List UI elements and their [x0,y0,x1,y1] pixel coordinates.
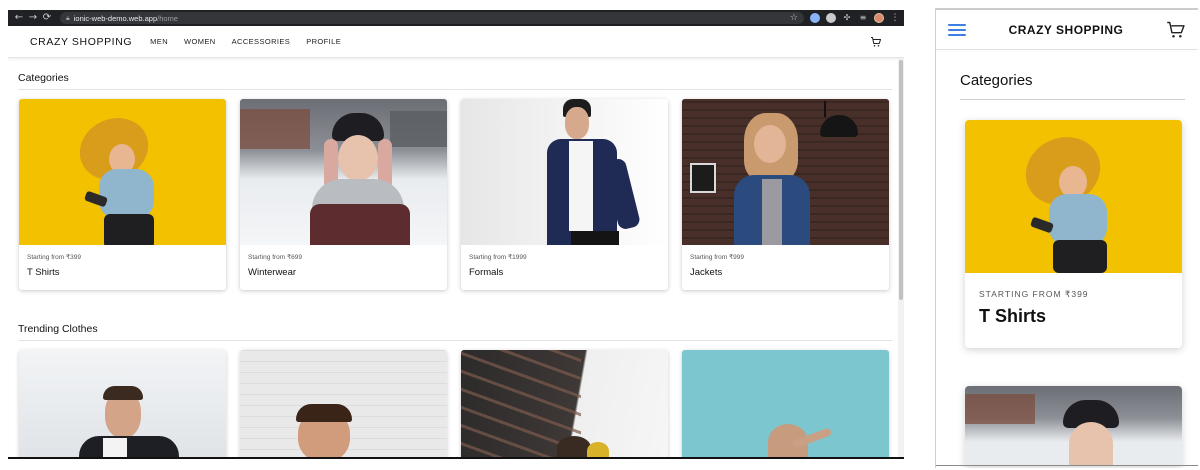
back-arrow-icon[interactable]: ← [12,11,26,25]
reading-list-icon[interactable]: ≡ [858,13,868,23]
category-price: Starting from ₹699 [248,254,302,261]
category-name: T Shirts [27,267,60,278]
trending-card[interactable] [240,350,447,458]
more-vertical-icon[interactable]: ⋮ [890,13,900,23]
category-price: Starting from ₹1999 [469,254,527,261]
category-name: Winterwear [248,267,297,278]
category-image-winterwear [240,99,447,245]
mobile-header: CRAZY SHOPPING [936,10,1198,50]
nav-item-accessories[interactable]: ACCESSORIES [232,37,291,46]
hamburger-menu-icon[interactable] [948,23,966,36]
page-content: Categories Starting from ₹399 T Shirts S… [8,58,904,458]
category-price: Starting from ₹999 [690,254,744,261]
mobile-brand-logo[interactable]: CRAZY SHOPPING [966,23,1166,37]
mobile-category-card[interactable] [965,386,1182,466]
category-price: Starting from ₹399 [27,254,81,261]
trending-card[interactable] [19,350,226,458]
extension-icon[interactable] [810,13,820,23]
mobile-category-card[interactable]: STARTING FROM ₹399 T Shirts [965,120,1182,348]
mobile-section-title: Categories [960,72,1033,89]
lock-icon: 🔒︎ [66,13,70,22]
cart-icon[interactable] [1166,20,1186,40]
trending-card[interactable] [461,350,668,458]
mobile-category-image [965,120,1182,273]
category-image-formals [461,99,668,245]
nav-item-men[interactable]: MEN [150,37,168,46]
mobile-category-name: T Shirts [979,306,1047,326]
category-name: Formals [469,267,504,278]
category-image-jackets [682,99,889,245]
star-icon[interactable]: ☆ [790,13,798,23]
desktop-browser-window: ← → ⟳ 🔒︎ ionic-web-demo.web.app/home ☆ ✣… [8,10,904,458]
category-card-formals[interactable]: Starting from ₹1999 Formals [461,99,668,290]
mobile-category-price: STARTING FROM ₹399 [979,289,1089,299]
brand-logo[interactable]: CRAZY SHOPPING [30,36,132,48]
url-path: /home [157,13,178,23]
divider [18,89,892,90]
trending-card[interactable] [682,350,889,458]
url-host: ionic-web-demo.web.app [73,13,158,23]
divider [18,340,892,341]
category-card-jackets[interactable]: Starting from ₹999 Jackets [682,99,889,290]
forward-arrow-icon[interactable]: → [26,11,40,25]
section-title-trending: Trending Clothes [18,323,98,335]
divider [936,8,1198,10]
category-name: Jackets [690,267,723,278]
main-nav: MEN WOMEN ACCESSORIES PROFILE [150,37,341,46]
screenshot-stage: ← → ⟳ 🔒︎ ionic-web-demo.web.app/home ☆ ✣… [0,0,1200,470]
profile-avatar[interactable] [874,13,884,23]
scrollbar-thumb[interactable] [899,60,903,300]
category-card-winterwear[interactable]: Starting from ₹699 Winterwear [240,99,447,290]
category-card-tshirts[interactable]: Starting from ₹399 T Shirts [19,99,226,290]
browser-toolbar: ← → ⟳ 🔒︎ ionic-web-demo.web.app/home ☆ ✣… [8,10,904,26]
scrollbar[interactable] [898,58,904,458]
puzzle-icon[interactable]: ✣ [842,13,852,23]
divider [936,465,1198,466]
divider [960,99,1185,100]
nav-item-women[interactable]: WOMEN [184,37,216,46]
reload-icon[interactable]: ⟳ [40,11,54,25]
section-title-categories: Categories [18,72,69,84]
address-bar[interactable]: 🔒︎ ionic-web-demo.web.app/home ☆ [60,12,804,24]
mobile-view: CRAZY SHOPPING Categories STARTING FROM … [935,8,1198,468]
app-header: CRAZY SHOPPING MEN WOMEN ACCESSORIES PRO… [8,26,904,58]
category-image-tshirts [19,99,226,245]
nav-item-profile[interactable]: PROFILE [306,37,341,46]
cart-icon[interactable] [870,36,882,48]
extension-icon[interactable] [826,13,836,23]
divider [8,457,904,459]
